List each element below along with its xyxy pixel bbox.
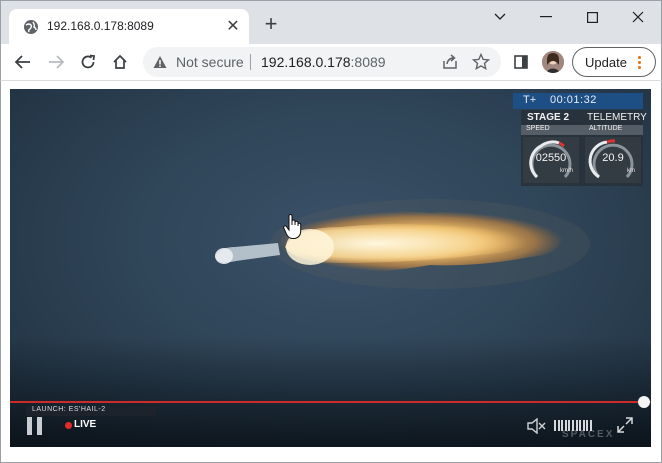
mute-icon[interactable] (526, 418, 546, 434)
telemetry-title: TELEMETRY (587, 112, 647, 123)
reload-icon[interactable] (76, 50, 100, 74)
spacex-logo: SPACEX (562, 429, 615, 440)
divider (250, 54, 251, 70)
altitude-unit: km (627, 168, 635, 174)
new-tab-button[interactable]: + (260, 13, 282, 36)
timer-value: 00:01:32 (550, 94, 597, 106)
launch-label: LAUNCH: ES'HAIL-2 (32, 406, 106, 413)
url-port: :8089 (350, 54, 386, 70)
close-window-icon[interactable] (615, 5, 661, 29)
tab-strip: 192.168.0.178:8089 ✕ + (0, 0, 662, 45)
menu-icon[interactable] (638, 55, 642, 71)
page-content: T+ 00:01:32 STAGE 2 TELEMETRY SPEED ALTI… (0, 80, 662, 463)
live-label[interactable]: LIVE (74, 419, 96, 430)
speed-value: 02550 (535, 152, 567, 164)
speed-label: SPEED (526, 125, 550, 132)
url-text[interactable]: 192.168.0.178:8089 (261, 54, 386, 70)
gauge-labels: SPEED ALTITUDE (521, 125, 643, 135)
timer-prefix: T+ (523, 94, 537, 106)
tab-search-icon[interactable] (477, 5, 523, 29)
forward-icon[interactable] (44, 50, 68, 74)
altitude-gauge: 20.9 km (585, 137, 641, 183)
home-icon[interactable] (108, 50, 132, 74)
update-button[interactable]: Update (572, 47, 656, 77)
minimize-icon[interactable] (523, 5, 569, 29)
fullscreen-icon[interactable] (616, 416, 634, 434)
progress-bar[interactable] (10, 401, 651, 403)
close-tab-icon[interactable]: ✕ (224, 18, 242, 36)
update-label: Update (585, 55, 627, 70)
telemetry-panel: STAGE 2 TELEMETRY SPEED ALTITUDE 02550 k… (521, 110, 647, 186)
browser-tab[interactable]: 192.168.0.178:8089 ✕ (9, 9, 249, 45)
live-dot-icon (65, 422, 72, 429)
maximize-icon[interactable] (569, 5, 615, 29)
altitude-label: ALTITUDE (589, 125, 623, 132)
altitude-value: 20.9 (602, 152, 624, 164)
share-icon[interactable] (441, 53, 459, 71)
address-bar[interactable]: Not secure 192.168.0.178:8089 (143, 47, 501, 77)
pause-icon[interactable] (27, 417, 45, 435)
globe-icon (24, 20, 38, 34)
video-player[interactable]: T+ 00:01:32 STAGE 2 TELEMETRY SPEED ALTI… (10, 89, 651, 447)
security-status[interactable]: Not secure (176, 54, 244, 70)
launch-label-strip: LAUNCH: ES'HAIL-2 (26, 406, 156, 416)
back-icon[interactable] (11, 50, 35, 74)
hand-cursor-icon (283, 214, 302, 239)
speed-unit: km/h (559, 168, 573, 174)
bookmark-star-icon[interactable] (472, 53, 490, 71)
profile-avatar[interactable] (542, 51, 564, 73)
warning-icon[interactable] (153, 55, 167, 69)
telemetry-overlay: T+ 00:01:32 STAGE 2 TELEMETRY SPEED ALTI… (513, 93, 647, 186)
tab-title: 192.168.0.178:8089 (47, 19, 154, 33)
stage-label: STAGE 2 (527, 112, 570, 123)
side-panel-icon[interactable] (509, 50, 533, 74)
mission-timer: T+ 00:01:32 (513, 93, 643, 109)
scrubber-handle[interactable] (638, 396, 650, 408)
browser-toolbar: Not secure 192.168.0.178:8089 Update (0, 44, 662, 80)
url-host: 192.168.0.178 (261, 54, 351, 70)
speed-gauge: 02550 km/h (523, 137, 579, 183)
